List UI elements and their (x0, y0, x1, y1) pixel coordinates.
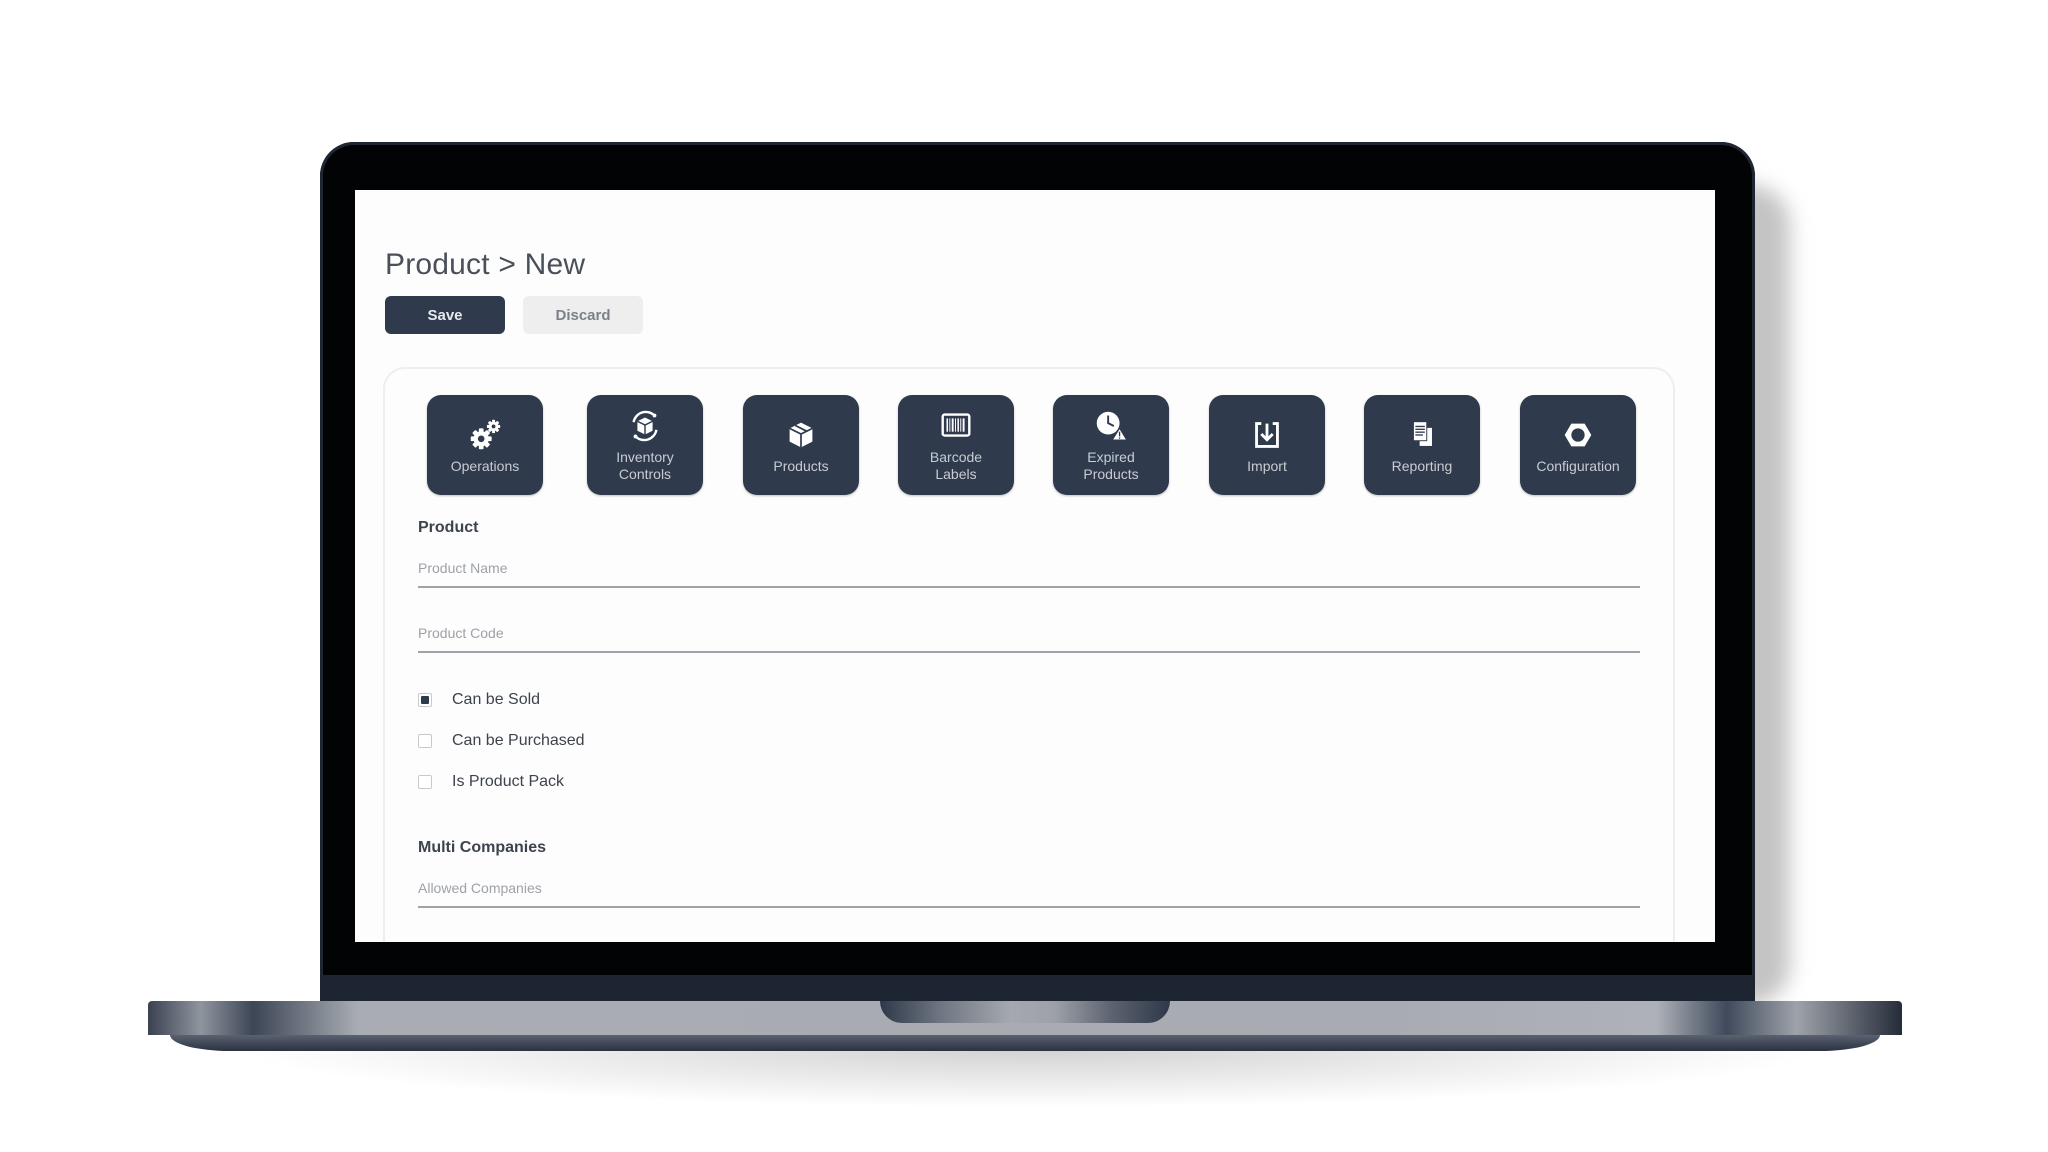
checkbox-can-be-sold[interactable]: Can be Sold (418, 691, 540, 709)
tile-products[interactable]: Products (743, 395, 859, 495)
gears-icon (470, 419, 501, 449)
documents-icon (1412, 420, 1433, 447)
page-title: Product > New (385, 248, 586, 282)
tile-label: Products (773, 457, 829, 474)
laptop-screen: Product > New Save Discard Operations In… (355, 190, 1715, 942)
box-icon (789, 422, 813, 447)
product-form-card: Operations Inventory Controls Products B… (383, 367, 1675, 942)
laptop-base-notch (880, 1001, 1170, 1023)
laptop-base-bottom (170, 1035, 1880, 1051)
checkbox-label: Is Product Pack (452, 773, 565, 790)
tile-reporting[interactable]: Reporting (1364, 395, 1480, 495)
checkbox-is-product-pack[interactable]: Is Product Pack (418, 773, 564, 791)
import-icon (1255, 421, 1279, 448)
tile-label: Import (1247, 457, 1287, 474)
checkbox-label: Can be Sold (452, 691, 541, 708)
tile-import[interactable]: Import (1209, 395, 1325, 495)
discard-button[interactable]: Discard (523, 296, 643, 334)
checkbox-unchecked[interactable] (418, 734, 432, 748)
allowed-companies-input[interactable] (418, 880, 1640, 896)
barcode-icon (941, 413, 971, 437)
checkbox-unchecked[interactable] (418, 775, 432, 789)
product-name-input[interactable] (418, 560, 1640, 576)
checkbox-label: Can be Purchased (452, 732, 585, 749)
clock-warning-icon (1096, 411, 1129, 441)
tile-label: Reporting (1391, 457, 1453, 474)
checkbox-can-be-purchased[interactable]: Can be Purchased (418, 732, 585, 750)
tile-label: Inventory Controls (616, 449, 674, 482)
floor-shadow (230, 1048, 1830, 1108)
tile-configuration[interactable]: Configuration (1520, 395, 1636, 495)
tile-expired-products[interactable]: Expired Products (1053, 395, 1169, 495)
checkbox-checked[interactable] (418, 693, 432, 707)
tile-label: Operations (450, 457, 520, 474)
tile-label: Configuration (1536, 457, 1620, 474)
save-button[interactable]: Save (385, 296, 505, 334)
laptop-chin (320, 975, 1755, 1002)
tile-operations[interactable]: Operations (427, 395, 543, 495)
product-code-field[interactable] (418, 619, 1640, 653)
tile-label: Barcode Labels (929, 449, 983, 482)
product-name-field[interactable] (418, 554, 1640, 588)
inventory-cycle-icon (632, 410, 658, 442)
product-section-label: Product (418, 519, 479, 536)
tile-barcode-labels[interactable]: Barcode Labels (898, 395, 1014, 495)
tile-label: Expired Products (1083, 449, 1139, 482)
tile-inventory-controls[interactable]: Inventory Controls (587, 395, 703, 495)
hex-nut-icon (1564, 423, 1592, 446)
multi-companies-section-label: Multi Companies (418, 839, 547, 856)
product-code-input[interactable] (418, 625, 1640, 641)
allowed-companies-field[interactable] (418, 874, 1640, 908)
